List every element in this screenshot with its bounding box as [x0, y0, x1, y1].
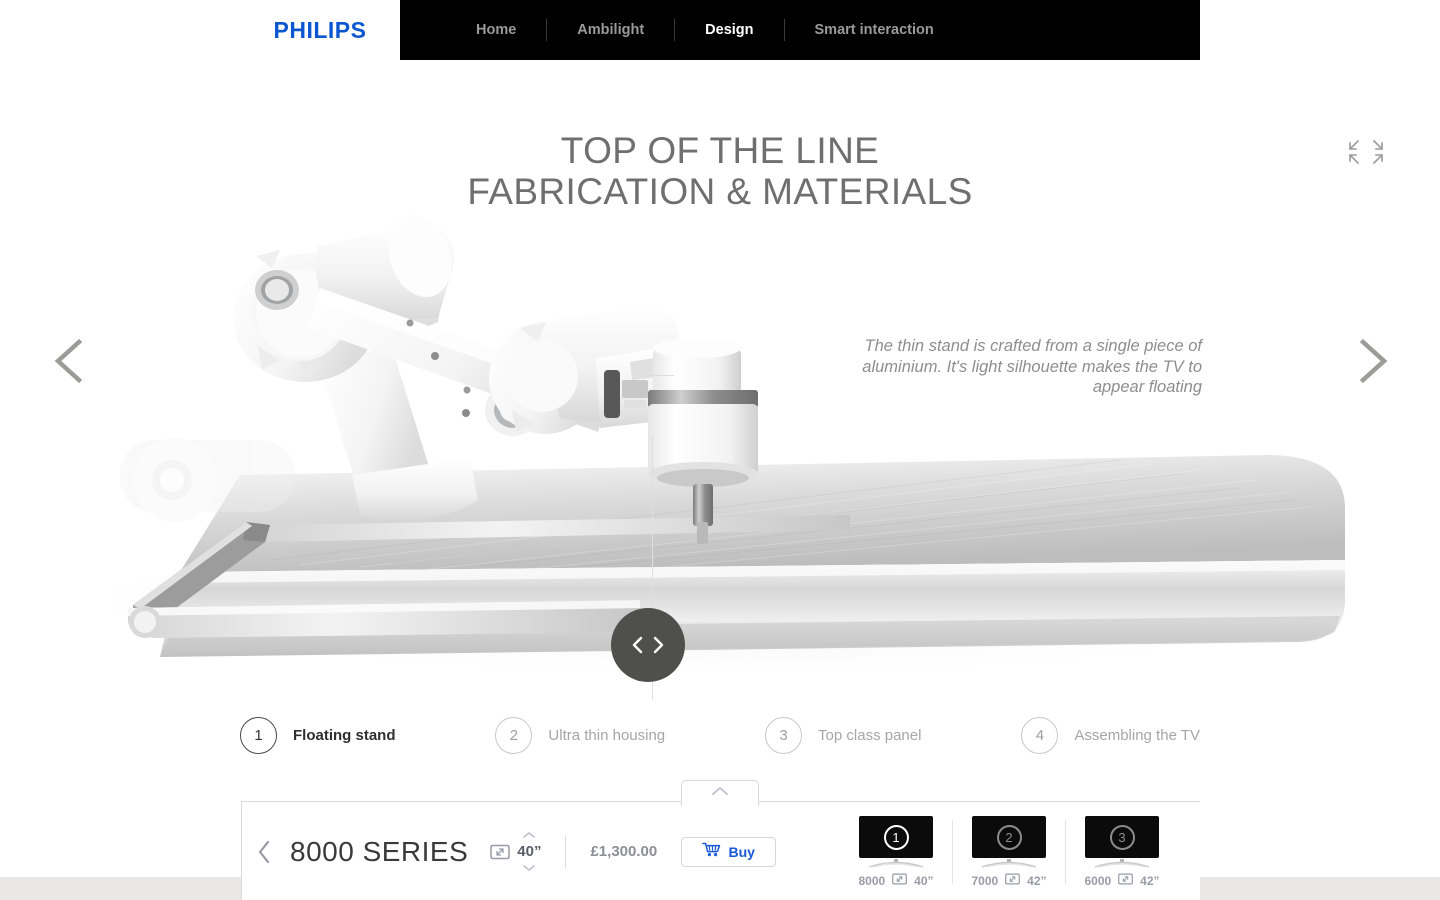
- slide-prev-button[interactable]: [44, 332, 100, 390]
- nav-item-design[interactable]: Design: [691, 22, 767, 38]
- nav-item-smart-interaction[interactable]: Smart interaction: [801, 22, 948, 38]
- thumbnail-series: 8000: [858, 873, 886, 888]
- step-navigation: 1 Floating stand 2 Ultra thin housing 3 …: [240, 712, 1200, 758]
- thumbnail-item-7000[interactable]: 2 7000 42”: [953, 816, 1065, 888]
- thumbnail-size: 42”: [1027, 873, 1047, 888]
- step-label: Ultra thin housing: [548, 726, 666, 744]
- step-item-1[interactable]: 1 Floating stand: [240, 716, 396, 754]
- slide-next-button[interactable]: [1342, 332, 1398, 390]
- screen-size-icon: [1005, 873, 1021, 888]
- thumbnail-meta: 8000 40”: [858, 873, 933, 888]
- comparison-slider-handle[interactable]: [611, 608, 685, 682]
- hero-title-line2: FABRICATION & MATERIALS: [467, 171, 973, 212]
- nav-item-home[interactable]: Home: [462, 22, 530, 38]
- step-label: Assembling the TV: [1074, 726, 1200, 744]
- screen-size-selector[interactable]: 40”: [490, 826, 541, 877]
- thumbnail-item-6000[interactable]: 3 6000 42”: [1066, 816, 1178, 888]
- screen-size-icon: [1118, 873, 1134, 888]
- step-item-4[interactable]: 4 Assembling the TV: [1021, 716, 1200, 754]
- step-number: 1: [240, 716, 277, 754]
- thumbnail-size: 40”: [914, 873, 934, 888]
- product-thumbnail-list: 1 8000 40” 2 7000 42” 3 6000 42”: [840, 801, 1200, 900]
- product-info-row: 8000 SERIES 40” £1,300.00 Buy: [242, 802, 842, 900]
- chevron-down-icon[interactable]: [521, 859, 537, 877]
- step-item-2[interactable]: 2 Ultra thin housing: [495, 716, 666, 754]
- thumbnail-badge: 2: [996, 824, 1022, 850]
- nav-separator: [783, 19, 785, 41]
- tv-stand-icon: [868, 859, 924, 868]
- thumbnail-screen: 2: [972, 816, 1046, 858]
- thumbnail-screen: 1: [859, 816, 933, 858]
- tv-stand-icon: [1094, 859, 1150, 868]
- buy-button[interactable]: Buy: [681, 836, 777, 867]
- thumbnail-series: 6000: [1084, 873, 1112, 888]
- size-value: 40”: [517, 843, 542, 860]
- philips-logo-text: PHILIPS: [273, 16, 367, 43]
- site-header: PHILIPS Home Ambilight Design Smart inte…: [240, 0, 1200, 60]
- thumbnail-badge: 3: [1109, 824, 1135, 850]
- fullscreen-expand-icon[interactable]: [1345, 138, 1387, 166]
- thumbnail-badge: 1: [883, 824, 909, 850]
- divider: [565, 834, 567, 869]
- bottom-panel-collapse-tab[interactable]: [681, 780, 759, 806]
- nav-separator: [674, 19, 676, 41]
- shopping-cart-icon: [702, 842, 721, 862]
- nav-separator: [546, 19, 548, 41]
- divider-cap-top: [632, 375, 674, 376]
- main-navigation: Home Ambilight Design Smart interaction: [400, 0, 1200, 60]
- product-price: £1,300.00: [590, 843, 658, 860]
- thumbnail-size: 42”: [1140, 873, 1160, 888]
- hero-title-line1: TOP OF THE LINE: [560, 130, 880, 171]
- philips-logo[interactable]: PHILIPS: [240, 0, 400, 60]
- product-name: 8000 SERIES: [290, 835, 469, 867]
- step-item-3[interactable]: 3 Top class panel: [765, 716, 922, 754]
- step-label: Floating stand: [293, 726, 396, 744]
- step-number: 2: [495, 716, 533, 754]
- nav-item-ambilight[interactable]: Ambilight: [563, 22, 658, 38]
- screen-size-icon: [490, 844, 511, 860]
- tv-stand-icon: [981, 859, 1037, 868]
- thumbnail-screen: 3: [1085, 816, 1159, 858]
- chevron-right-icon: [652, 635, 664, 655]
- page-root: PHILIPS Home Ambilight Design Smart inte…: [0, 0, 1440, 900]
- chevron-up-icon: [710, 784, 730, 802]
- thumbnail-meta: 6000 42”: [1084, 873, 1159, 888]
- hero-title: TOP OF THE LINE FABRICATION & MATERIALS: [240, 130, 1200, 212]
- size-stepper[interactable]: 40”: [517, 826, 541, 877]
- hero-caption: The thin stand is crafted from a single …: [862, 337, 1202, 396]
- step-number: 4: [1021, 716, 1059, 754]
- screen-size-icon: [892, 873, 908, 888]
- thumbnail-meta: 7000 42”: [971, 873, 1046, 888]
- thumbnail-item-8000[interactable]: 1 8000 40”: [840, 816, 952, 888]
- step-number: 3: [765, 716, 803, 754]
- step-label: Top class panel: [818, 726, 922, 744]
- chevron-left-icon: [632, 635, 644, 655]
- product-prev-button[interactable]: [242, 839, 288, 865]
- chevron-up-icon[interactable]: [521, 826, 537, 844]
- buy-button-label: Buy: [728, 843, 755, 860]
- thumbnail-series: 7000: [971, 873, 999, 888]
